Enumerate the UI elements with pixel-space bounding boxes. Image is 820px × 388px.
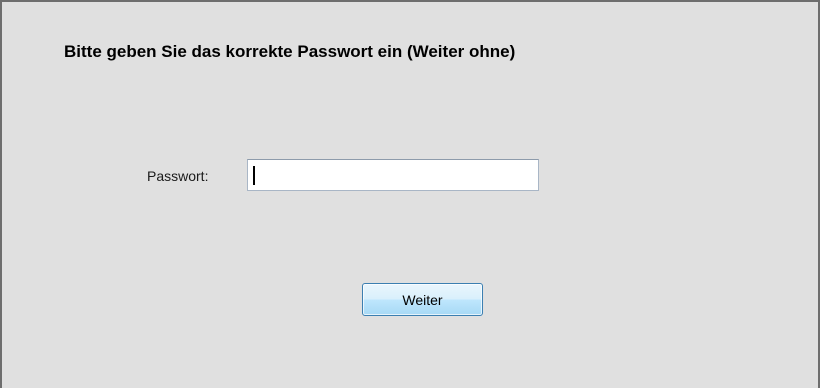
password-label: Passwort: (147, 168, 209, 184)
password-dialog: Bitte geben Sie das korrekte Passwort ei… (0, 0, 820, 388)
text-cursor (253, 166, 255, 185)
password-input[interactable] (247, 159, 539, 191)
continue-button[interactable]: Weiter (362, 283, 483, 316)
dialog-heading: Bitte geben Sie das korrekte Passwort ei… (64, 42, 516, 61)
